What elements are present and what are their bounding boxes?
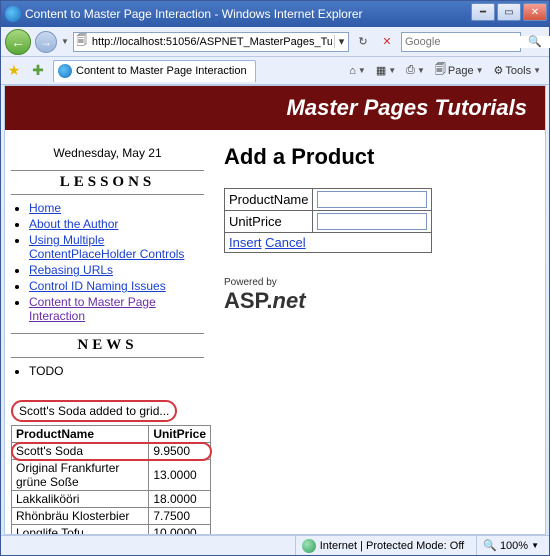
lesson-link[interactable]: Home — [29, 201, 61, 215]
globe-icon — [302, 539, 316, 553]
window-title: Content to Master Page Interaction - Win… — [25, 7, 363, 21]
lessons-header: LESSONS — [11, 170, 204, 195]
url-input[interactable] — [90, 36, 334, 48]
home-button[interactable]: ⌂▼ — [345, 63, 370, 79]
table-row: Original Frankfurter grüne Soße13.0000 — [12, 460, 211, 491]
page-heading: Add a Product — [224, 144, 535, 170]
lesson-link[interactable]: Using Multiple ContentPlaceHolder Contro… — [29, 233, 184, 261]
security-zone[interactable]: Internet | Protected Mode: Off — [295, 536, 471, 555]
favorites-button[interactable]: ★ — [5, 62, 23, 80]
lessons-list: Home About the Author Using Multiple Conte… — [29, 201, 204, 323]
maximize-button[interactable]: ▭ — [497, 3, 521, 21]
news-item: TODO — [29, 364, 204, 378]
news-list: TODO — [29, 364, 204, 378]
site-banner: Master Pages Tutorials — [5, 86, 545, 130]
productname-input[interactable] — [317, 191, 427, 208]
page-icon: 🗐 — [74, 32, 90, 51]
address-bar[interactable]: 🗐 ▾ — [73, 32, 349, 52]
table-row: Longlife Tofu10.0000 — [12, 525, 211, 536]
home-icon: ⌂ — [349, 65, 356, 77]
main-content: Add a Product ProductName UnitPrice Inse… — [210, 130, 545, 324]
tab-toolbar: ★ ✚ Content to Master Page Interaction ⌂… — [1, 57, 549, 85]
products-grid: ProductName UnitPrice Scott's Soda9.9500… — [11, 425, 211, 535]
forward-button[interactable]: → — [35, 31, 57, 53]
zoom-control[interactable]: 🔍 100% ▼ — [476, 536, 545, 555]
url-dropdown[interactable]: ▾ — [334, 35, 348, 48]
banner-title: Master Pages Tutorials — [287, 95, 527, 121]
status-bar: Internet | Protected Mode: Off 🔍 100% ▼ — [1, 535, 549, 555]
print-button[interactable]: ⎙▼ — [402, 62, 429, 79]
lesson-link[interactable]: Rebasing URLs — [29, 263, 113, 277]
table-row: Scott's Soda9.9500 — [12, 443, 211, 460]
status-message: Scott's Soda added to grid... — [11, 400, 177, 422]
tools-menu[interactable]: ⚙Tools▼ — [490, 62, 545, 79]
productname-label: ProductName — [225, 189, 313, 211]
search-box[interactable]: ▾ — [401, 32, 521, 52]
gear-icon: ⚙ — [494, 64, 504, 77]
refresh-button[interactable]: ↻ — [353, 32, 373, 52]
table-row: Lakkalikööri18.0000 — [12, 491, 211, 508]
add-favorites-button[interactable]: ✚ — [29, 62, 47, 80]
stop-button[interactable]: ✕ — [377, 32, 397, 52]
nav-toolbar: ← → ▼ 🗐 ▾ ↻ ✕ ▾ 🔍 — [1, 27, 549, 57]
date-label: Wednesday, May 21 — [11, 146, 204, 160]
ie-icon — [5, 6, 21, 22]
powered-by: Powered by ASP.net — [224, 277, 535, 314]
lesson-link[interactable]: Content to Master Page Interaction — [29, 295, 156, 323]
add-product-form: ProductName UnitPrice Insert Cancel — [224, 188, 432, 253]
window-titlebar: Content to Master Page Interaction - Win… — [1, 1, 549, 27]
page-menu[interactable]: 🗐Page▼ — [431, 59, 488, 82]
back-button[interactable]: ← — [5, 29, 31, 55]
close-button[interactable]: ✕ — [523, 3, 547, 21]
table-row: Rhönbräu Klosterbier7.7500 — [12, 508, 211, 525]
zoom-icon: 🔍 — [483, 539, 497, 552]
browser-viewport: Master Pages Tutorials Wednesday, May 21… — [4, 85, 546, 535]
feeds-icon: ▦ — [376, 64, 386, 77]
search-button[interactable]: 🔍 — [525, 32, 545, 52]
page-icon-sm: 🗐 — [435, 61, 446, 80]
feeds-button[interactable]: ▦▼ — [372, 62, 400, 79]
sidebar: Wednesday, May 21 LESSONS Home About the … — [5, 130, 210, 535]
tab-title: Content to Master Page Interaction — [76, 65, 247, 77]
browser-tab[interactable]: Content to Master Page Interaction — [53, 60, 256, 82]
minimize-button[interactable]: ━ — [471, 3, 495, 21]
lesson-link[interactable]: Control ID Naming Issues — [29, 279, 166, 293]
grid-header-price: UnitPrice — [149, 426, 211, 443]
cancel-link[interactable]: Cancel — [265, 235, 305, 250]
nav-history-dropdown[interactable]: ▼ — [61, 37, 69, 46]
unitprice-input[interactable] — [317, 213, 427, 230]
lesson-link[interactable]: About the Author — [29, 217, 118, 231]
print-icon: ⎙ — [406, 64, 415, 77]
grid-header-name: ProductName — [12, 426, 149, 443]
news-header: NEWS — [11, 333, 204, 358]
tab-ie-icon — [58, 64, 72, 78]
unitprice-label: UnitPrice — [225, 211, 313, 233]
insert-link[interactable]: Insert — [229, 235, 262, 250]
